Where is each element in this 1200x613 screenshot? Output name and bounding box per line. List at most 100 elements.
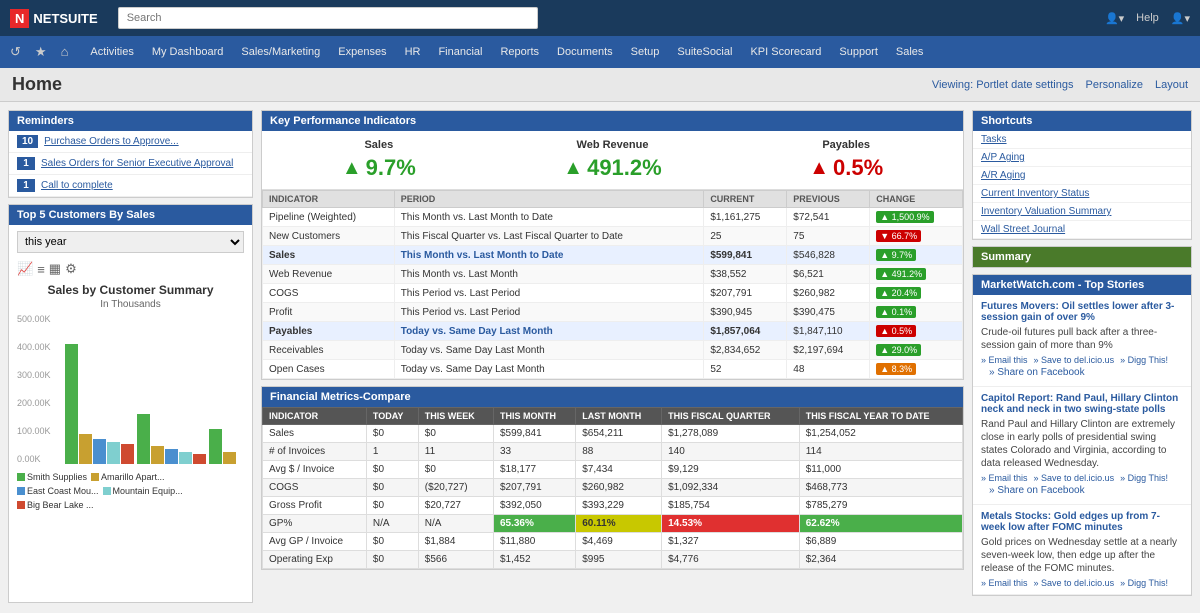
home-icon[interactable]: ⌂ <box>57 40 73 64</box>
td-period: This Period vs. Last Period <box>394 303 704 322</box>
reminder-link-1[interactable]: Purchase Orders to Approve... <box>44 136 179 147</box>
fm-td-lastmonth: 88 <box>576 443 662 461</box>
fm-td-month: $18,177 <box>493 461 575 479</box>
fm-td-today: $0 <box>366 479 418 497</box>
legend-color-1 <box>17 473 25 481</box>
reminder-item-3[interactable]: 1 Call to complete <box>9 175 252 197</box>
td-indicator: Pipeline (Weighted) <box>263 208 395 227</box>
nav-activities[interactable]: Activities <box>82 40 141 64</box>
fm-td-quarter: $4,776 <box>662 551 800 569</box>
financial-metrics-table: INDICATOR TODAY THIS WEEK THIS MONTH LAS… <box>262 407 963 569</box>
fm-td-month: 65.36% <box>493 515 575 533</box>
news-delicious-3[interactable]: » Save to del.icio.us <box>1034 578 1115 588</box>
td-previous: $390,475 <box>787 303 870 322</box>
nav-suitesocial[interactable]: SuiteSocial <box>669 40 740 64</box>
news-title-3[interactable]: Metals Stocks: Gold edges up from 7-week… <box>981 511 1183 533</box>
change-badge: ▲ 0.1% <box>876 306 916 318</box>
news-delicious-2[interactable]: » Save to del.icio.us <box>1034 473 1115 483</box>
bar-3-1 <box>209 429 222 464</box>
help-label: Help <box>1136 12 1159 24</box>
table-row: Open Cases Today vs. Same Day Last Month… <box>263 360 963 379</box>
nav-setup[interactable]: Setup <box>623 40 668 64</box>
star-icon[interactable]: ★ <box>31 40 51 64</box>
bar-1-4 <box>107 442 120 464</box>
change-badge: ▲ 0.5% <box>876 325 916 337</box>
nav-expenses[interactable]: Expenses <box>330 40 394 64</box>
shortcut-tasks[interactable]: Tasks <box>973 131 1191 149</box>
legend-color-5 <box>17 501 25 509</box>
nav-sales[interactable]: Sales <box>888 40 932 64</box>
nav-hr[interactable]: HR <box>397 40 429 64</box>
user-icon[interactable]: 👤▾ <box>1105 12 1124 25</box>
kpi-table: INDICATOR PERIOD CURRENT PREVIOUS CHANGE… <box>262 190 963 379</box>
y-label-1: 500.00K <box>17 314 59 324</box>
news-digg-1[interactable]: » Digg This! <box>1120 355 1168 365</box>
fm-td-month: $1,452 <box>493 551 575 569</box>
nav-financial[interactable]: Financial <box>430 40 490 64</box>
kpi-col-period: PERIOD <box>394 191 704 208</box>
shortcut-inventory-status[interactable]: Current Inventory Status <box>973 185 1191 203</box>
kpi-header: Key Performance Indicators <box>262 111 963 131</box>
td-current: $599,841 <box>704 246 787 265</box>
fm-td-lastmonth: 60.11% <box>576 515 662 533</box>
viewing-label[interactable]: Viewing: Portlet date settings <box>932 79 1074 91</box>
chart-area: 500.00K 400.00K 300.00K 200.00K 100.00K … <box>9 310 252 468</box>
fm-td-ytd: 62.62% <box>799 515 962 533</box>
table-row: Avg $ / Invoice $0 $0 $18,177 $7,434 $9,… <box>263 461 963 479</box>
fm-td-ytd: $468,773 <box>799 479 962 497</box>
news-panel: MarketWatch.com - Top Stories Futures Mo… <box>972 274 1192 596</box>
nav-kpi-scorecard[interactable]: KPI Scorecard <box>742 40 829 64</box>
reminders-header: Reminders <box>9 111 252 131</box>
news-email-2[interactable]: » Email this <box>981 473 1028 483</box>
td-indicator: Profit <box>263 303 395 322</box>
fm-td-month: $11,880 <box>493 533 575 551</box>
kpi-panel: Key Performance Indicators Sales ▲9.7% W… <box>261 110 964 380</box>
legend-item-5: Big Bear Lake ... <box>17 500 94 510</box>
table-row: Payables Today vs. Same Day Last Month $… <box>263 322 963 341</box>
reminder-link-3[interactable]: Call to complete <box>41 180 113 191</box>
layout-button[interactable]: Layout <box>1155 79 1188 91</box>
fm-td-month: $392,050 <box>493 497 575 515</box>
y-label-3: 300.00K <box>17 370 59 380</box>
news-email-3[interactable]: » Email this <box>981 578 1028 588</box>
td-current: 52 <box>704 360 787 379</box>
chart-line-icon[interactable]: 📈 <box>17 261 33 277</box>
news-actions-2: » Email this » Save to del.icio.us » Dig… <box>981 473 1183 483</box>
shortcut-ap-aging[interactable]: A/P Aging <box>973 149 1191 167</box>
fm-col-indicator: INDICATOR <box>263 408 367 425</box>
shortcut-inventory-valuation[interactable]: Inventory Valuation Summary <box>973 203 1191 221</box>
bar-2-4 <box>179 452 192 464</box>
reminder-item-1[interactable]: 10 Purchase Orders to Approve... <box>9 131 252 153</box>
reminder-item-2[interactable]: 1 Sales Orders for Senior Executive Appr… <box>9 153 252 175</box>
nav-reports[interactable]: Reports <box>492 40 547 64</box>
search-input[interactable] <box>118 7 538 29</box>
news-digg-3[interactable]: » Digg This! <box>1120 578 1168 588</box>
news-title-1[interactable]: Futures Movers: Oil settles lower after … <box>981 301 1183 323</box>
profile-icon[interactable]: 👤▾ <box>1171 12 1190 25</box>
fm-col-lastmonth: LAST MONTH <box>576 408 662 425</box>
news-digg-2[interactable]: » Digg This! <box>1120 473 1168 483</box>
news-delicious-1[interactable]: » Save to del.icio.us <box>1034 355 1115 365</box>
nav-sales-marketing[interactable]: Sales/Marketing <box>233 40 328 64</box>
chart-table-icon[interactable]: ≡ <box>37 262 45 277</box>
top5-period-select[interactable]: this year <box>17 231 244 253</box>
bar-1-2 <box>79 434 92 464</box>
reminder-link-2[interactable]: Sales Orders for Senior Executive Approv… <box>41 158 233 169</box>
nav-support[interactable]: Support <box>831 40 886 64</box>
chart-settings-icon[interactable]: ⚙ <box>65 261 77 277</box>
shortcut-ar-aging[interactable]: A/R Aging <box>973 167 1191 185</box>
news-email-1[interactable]: » Email this <box>981 355 1028 365</box>
legend-label-1: Smith Supplies <box>27 472 87 482</box>
chart-bar-icon[interactable]: ▦ <box>49 261 61 277</box>
shortcut-wsj[interactable]: Wall Street Journal <box>973 221 1191 239</box>
fm-td-quarter: $9,129 <box>662 461 800 479</box>
nav-documents[interactable]: Documents <box>549 40 621 64</box>
refresh-icon[interactable]: ↺ <box>6 40 25 64</box>
news-title-2[interactable]: Capitol Report: Rand Paul, Hillary Clint… <box>981 393 1183 415</box>
news-share-facebook-1[interactable]: » Share on Facebook <box>981 365 1183 380</box>
fm-td-week: $566 <box>418 551 493 569</box>
fm-td-month: $599,841 <box>493 425 575 443</box>
news-share-facebook-2[interactable]: » Share on Facebook <box>981 483 1183 498</box>
nav-my-dashboard[interactable]: My Dashboard <box>144 40 232 64</box>
personalize-button[interactable]: Personalize <box>1085 79 1142 91</box>
